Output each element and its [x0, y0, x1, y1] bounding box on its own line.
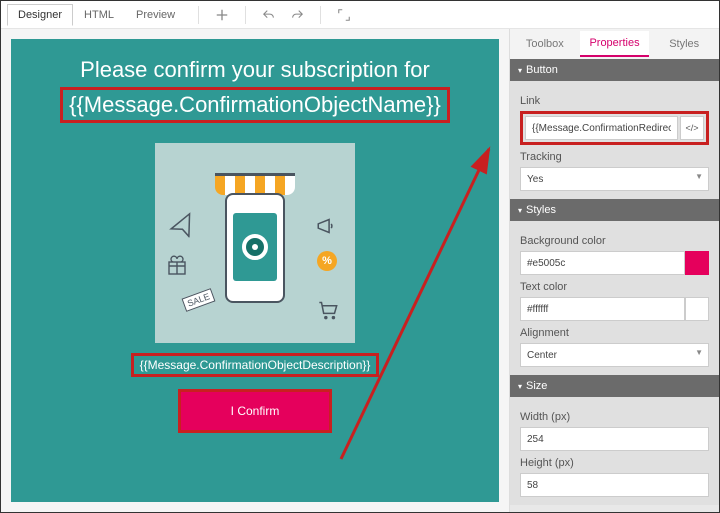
paper-plane-icon [166, 210, 199, 245]
height-input[interactable] [520, 473, 709, 497]
caret-down-icon: ▾ [518, 206, 522, 215]
height-label: Height (px) [520, 457, 709, 469]
textcolor-swatch[interactable] [685, 297, 709, 321]
undo-button[interactable] [258, 5, 280, 25]
hero-image[interactable]: SALE % [155, 143, 355, 343]
cart-icon [315, 296, 341, 325]
tab-styles[interactable]: Styles [649, 32, 719, 56]
width-input[interactable] [520, 427, 709, 451]
tracking-label: Tracking [520, 151, 709, 163]
section-button-header[interactable]: ▾ Button [510, 59, 719, 81]
edit-html-icon[interactable]: </> [680, 116, 704, 140]
section-size-title: Size [526, 380, 547, 392]
fullscreen-button[interactable] [333, 5, 355, 25]
target-icon [242, 234, 268, 260]
textcolor-label: Text color [520, 281, 709, 293]
alignment-select[interactable] [520, 343, 709, 367]
section-size-header[interactable]: ▾ Size [510, 375, 719, 397]
alignment-label: Alignment [520, 327, 709, 339]
megaphone-icon [315, 213, 341, 242]
phone-graphic [225, 193, 285, 303]
percent-badge-icon: % [317, 251, 337, 271]
awning-graphic [215, 173, 295, 195]
divider [320, 6, 321, 24]
tab-designer[interactable]: Designer [7, 4, 73, 26]
tab-toolbox[interactable]: Toolbox [510, 32, 580, 56]
side-panel: Toolbox Properties Styles ▾ Button Link <… [509, 29, 719, 512]
top-toolbar: Designer HTML Preview [1, 1, 719, 29]
section-button-title: Button [526, 64, 558, 76]
divider [245, 6, 246, 24]
canvas-workspace: Please confirm your subscription for {{M… [1, 29, 509, 512]
link-input[interactable] [525, 116, 678, 140]
object-description-token[interactable]: {{Message.ConfirmationObjectDescription}… [131, 353, 380, 377]
bgcolor-swatch[interactable] [685, 251, 709, 275]
section-styles-title: Styles [526, 204, 556, 216]
width-label: Width (px) [520, 411, 709, 423]
section-styles-header[interactable]: ▾ Styles [510, 199, 719, 221]
bgcolor-label: Background color [520, 235, 709, 247]
gift-icon [165, 253, 189, 280]
tab-properties[interactable]: Properties [580, 31, 650, 57]
add-button[interactable] [211, 5, 233, 25]
headline-text: Please confirm your subscription for [25, 57, 485, 83]
email-canvas[interactable]: Please confirm your subscription for {{M… [11, 39, 499, 502]
link-field-highlight: </> [520, 111, 709, 145]
sale-tag-icon: SALE [182, 288, 216, 312]
tab-preview[interactable]: Preview [125, 4, 186, 26]
panel-tabs: Toolbox Properties Styles [510, 29, 719, 59]
confirm-button[interactable]: I Confirm [178, 389, 333, 433]
bgcolor-input[interactable] [520, 251, 685, 275]
tab-html[interactable]: HTML [73, 4, 125, 26]
tracking-select[interactable] [520, 167, 709, 191]
link-label: Link [520, 95, 709, 107]
caret-down-icon: ▾ [518, 66, 522, 75]
editor-mode-tabs: Designer HTML Preview [7, 4, 186, 26]
divider [198, 6, 199, 24]
textcolor-input[interactable] [520, 297, 685, 321]
object-name-token[interactable]: {{Message.ConfirmationObjectName}} [60, 87, 450, 123]
caret-down-icon: ▾ [518, 382, 522, 391]
redo-button[interactable] [286, 5, 308, 25]
